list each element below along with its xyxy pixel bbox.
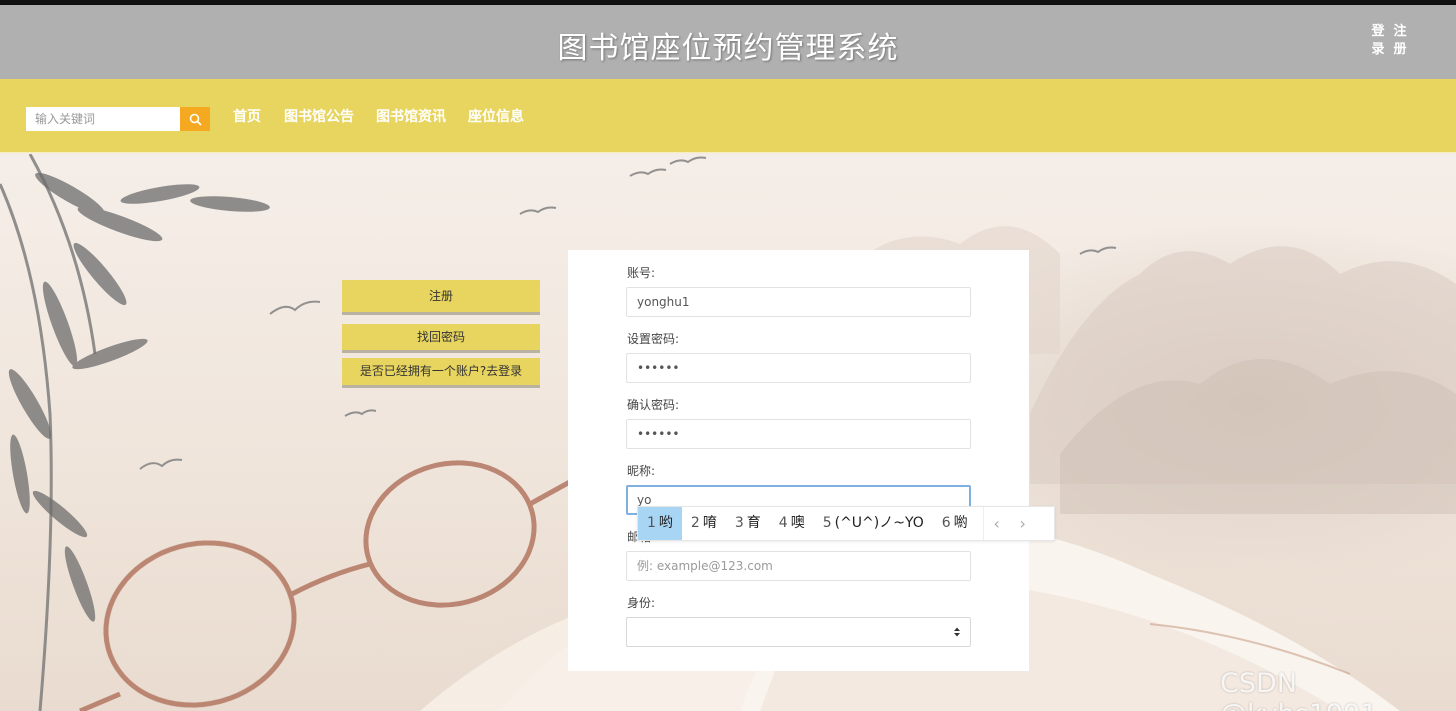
ime-page-arrows: ‹ › bbox=[982, 507, 1036, 540]
search-button[interactable] bbox=[180, 107, 210, 131]
ime-candidate-text: 喲 bbox=[953, 515, 968, 531]
password-label: 设置密码: bbox=[627, 332, 680, 346]
ime-candidate[interactable]: 2唷 bbox=[682, 507, 726, 540]
account-field[interactable] bbox=[626, 287, 971, 317]
ime-next-icon[interactable]: › bbox=[1010, 514, 1036, 533]
nickname-label: 昵称: bbox=[627, 464, 656, 478]
confirm-password-label: 确认密码: bbox=[627, 398, 680, 412]
account-label: 账号: bbox=[627, 266, 656, 280]
ime-candidate-number: 5 bbox=[822, 515, 832, 531]
content-area: 注册 找回密码 是否已经拥有一个账户?去登录 账号: 设置密码: 确认密码: 昵… bbox=[0, 154, 1456, 711]
ime-candidate-number: 3 bbox=[734, 515, 744, 531]
ime-candidate-text: 噢 bbox=[790, 515, 805, 531]
ime-candidate[interactable]: 6喲 bbox=[933, 507, 977, 540]
ime-prev-icon[interactable]: ‹ bbox=[984, 514, 1010, 533]
ime-candidate-text: 哟 bbox=[658, 515, 673, 531]
login-link[interactable]: 登录 bbox=[1370, 23, 1386, 59]
register-button[interactable]: 注册 bbox=[342, 280, 540, 315]
go-login-label: 是否已经拥有一个账户?去登录 bbox=[359, 364, 523, 378]
ime-candidate-text: 育 bbox=[746, 515, 761, 531]
go-login-button[interactable]: 是否已经拥有一个账户?去登录 bbox=[342, 358, 540, 388]
search-icon bbox=[189, 113, 202, 126]
ime-candidate-number: 4 bbox=[778, 515, 788, 531]
ime-candidate-number: 2 bbox=[690, 515, 700, 531]
search-input[interactable] bbox=[26, 107, 180, 131]
nav-announcements[interactable]: 图书馆公告 bbox=[284, 107, 354, 127]
password-field[interactable] bbox=[626, 353, 971, 383]
site-title: 图书馆座位预约管理系统 bbox=[557, 31, 899, 66]
email-field[interactable] bbox=[626, 551, 971, 581]
ime-candidate-text: 唷 bbox=[702, 515, 717, 531]
nav-news[interactable]: 图书馆资讯 bbox=[376, 107, 446, 127]
select-arrows-icon bbox=[954, 627, 960, 637]
nav-bar: 首页 图书馆公告 图书馆资讯 座位信息 bbox=[0, 79, 1456, 153]
identity-label: 身份: bbox=[627, 596, 656, 610]
register-form: 账号: 设置密码: 确认密码: 昵称: 邮箱: 身份: bbox=[568, 250, 1029, 671]
ime-candidate-number: 6 bbox=[941, 515, 951, 531]
ime-candidate[interactable]: 1哟 bbox=[638, 507, 682, 540]
find-password-label: 找回密码 bbox=[416, 330, 465, 344]
ime-candidate[interactable]: 3育 bbox=[726, 507, 770, 540]
ime-candidate-text: (^U^)ノ~YO bbox=[834, 515, 924, 531]
nav-home[interactable]: 首页 bbox=[233, 107, 261, 127]
find-password-button[interactable]: 找回密码 bbox=[342, 324, 540, 353]
confirm-password-field[interactable] bbox=[626, 419, 971, 449]
register-link[interactable]: 注册 bbox=[1392, 23, 1408, 59]
ime-candidate-number: 1 bbox=[647, 515, 656, 531]
ime-candidate[interactable]: 5 (^U^)ノ~YO bbox=[814, 507, 933, 540]
ime-candidate[interactable]: 4噢 bbox=[770, 507, 814, 540]
identity-select[interactable] bbox=[626, 617, 971, 647]
ime-candidate-bar: 1哟 2唷 3育 4噢 5 (^U^)ノ~YO 6喲 ‹ › bbox=[637, 506, 1055, 541]
watermark: CSDN @kybs1991 bbox=[1220, 668, 1378, 711]
register-button-label: 注册 bbox=[428, 289, 453, 303]
nav-seat-info[interactable]: 座位信息 bbox=[468, 107, 524, 127]
site-header: 图书馆座位预约管理系统 登录 注册 bbox=[0, 5, 1456, 79]
